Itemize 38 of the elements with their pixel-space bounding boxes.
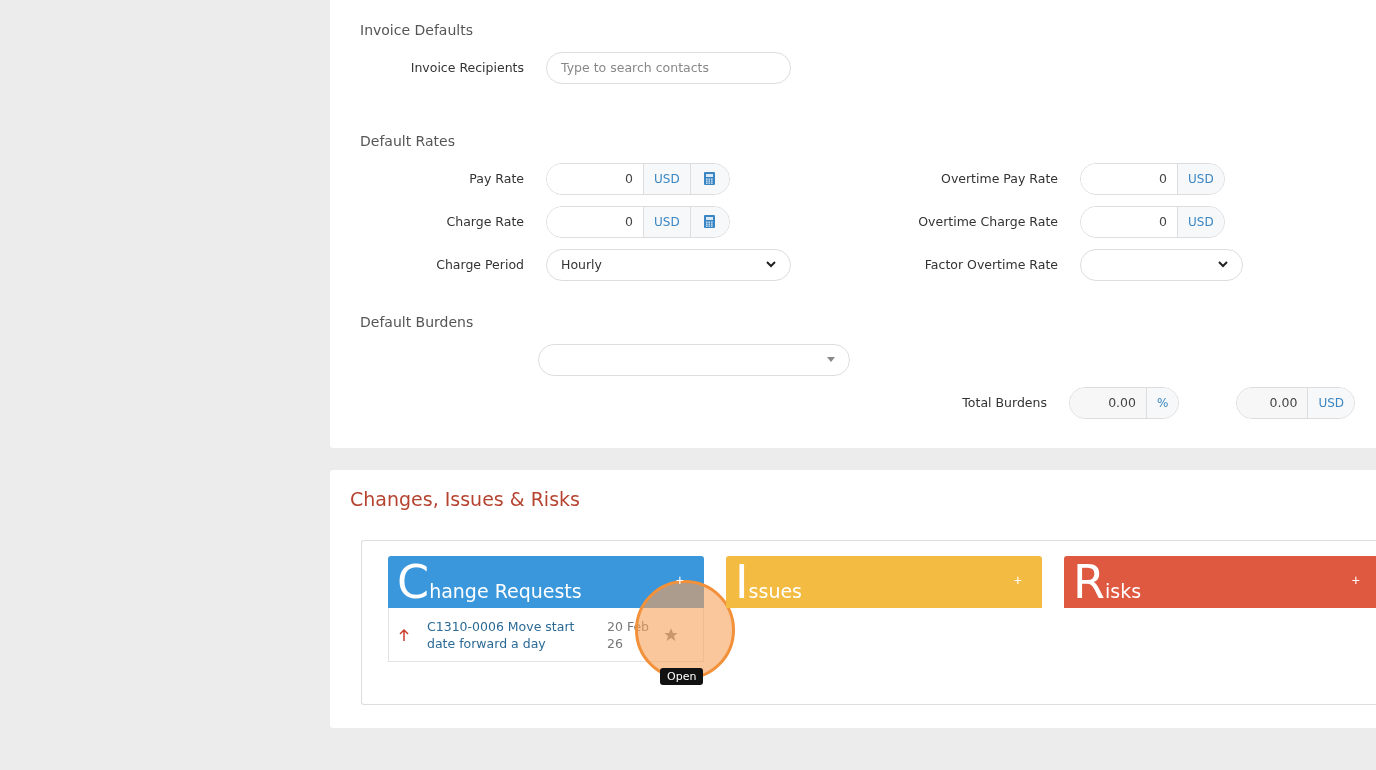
field-label: Overtime Pay Rate	[940, 171, 1059, 186]
arrow-up-icon	[399, 628, 409, 641]
field-label: Invoice Recipients	[409, 60, 525, 75]
currency-addon: USD	[643, 206, 690, 237]
caret-down-icon	[827, 357, 835, 362]
field-label: Overtime Charge Rate	[917, 214, 1059, 229]
rate-input-group[interactable]: 0 USD	[546, 162, 730, 195]
field-label: Total Burdens	[961, 395, 1048, 410]
star-icon	[663, 626, 679, 643]
section-title: Invoice Defaults	[360, 22, 474, 38]
calculator-icon	[704, 215, 716, 228]
open-tooltip: Open	[660, 668, 704, 685]
currency-addon: USD	[1177, 206, 1224, 237]
item-link[interactable]: C1310-0006 Move start date forward a day	[427, 617, 597, 652]
calculator-icon	[704, 172, 716, 185]
section-title: Default Burdens	[360, 314, 475, 330]
field-label: Charge Rate	[445, 214, 525, 229]
currency-addon: USD	[643, 163, 690, 194]
add-button[interactable]: +	[1351, 572, 1360, 588]
field-label: Factor Overtime Rate	[923, 257, 1059, 272]
field-label: Charge Period	[435, 257, 525, 272]
chevron-down-icon	[766, 261, 776, 268]
unit-addon: %	[1146, 387, 1179, 418]
lane-title: Risks	[1073, 560, 1142, 604]
section-title: Changes, Issues & Risks	[350, 488, 581, 510]
currency-addon: USD	[1177, 163, 1224, 194]
field-label: Pay Rate	[468, 171, 525, 186]
rate-input-group[interactable]: 0 USD	[1080, 162, 1225, 195]
lane-title: C hange Requests	[397, 560, 582, 604]
calculator-button[interactable]	[689, 163, 729, 194]
rate-input-group[interactable]: 0 USD	[546, 205, 730, 238]
rate-input-group[interactable]: 0 USD	[1080, 205, 1225, 238]
lane-title: I ssues	[735, 560, 802, 604]
section-title: Default Rates	[360, 133, 456, 149]
unit-addon: USD	[1307, 387, 1355, 418]
star-button[interactable]	[663, 626, 679, 643]
calculator-button[interactable]	[689, 206, 729, 237]
chevron-down-icon	[1218, 261, 1228, 268]
